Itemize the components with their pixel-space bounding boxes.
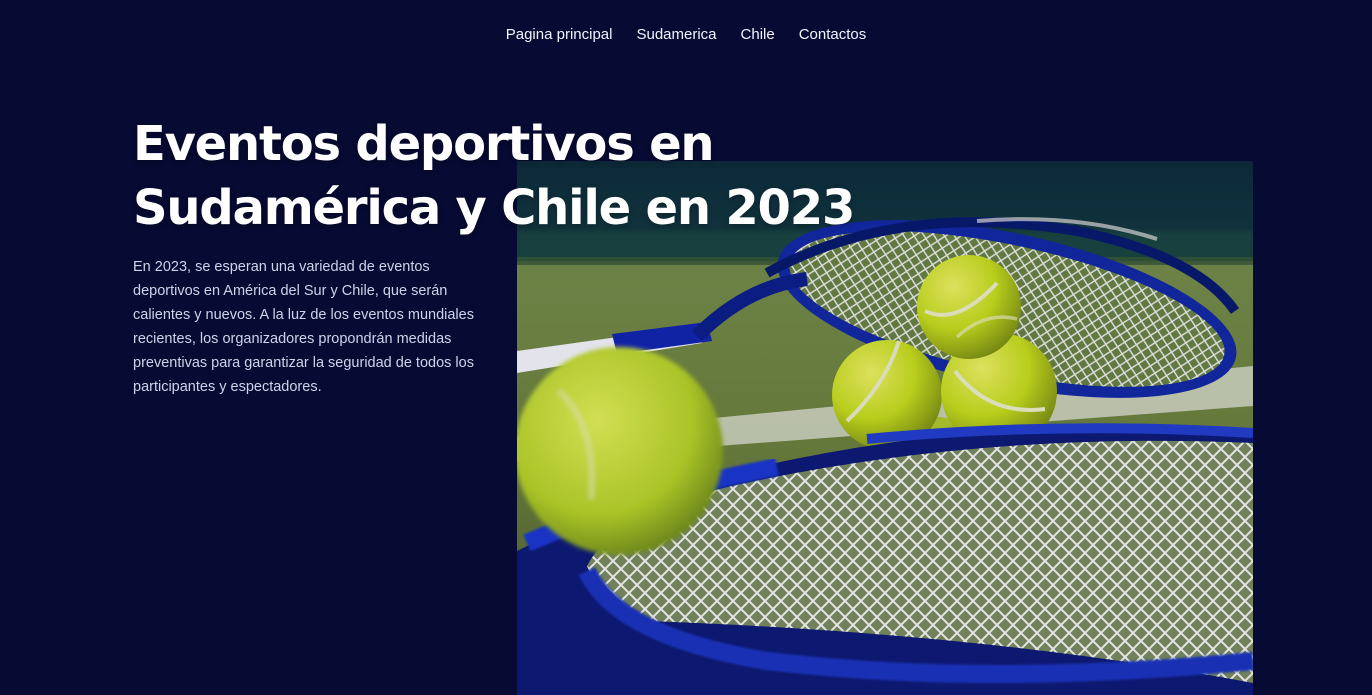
hero-title-line-1: Eventos deportivos en <box>133 116 715 172</box>
hero-title: Eventos deportivos en Sudamérica y Chile… <box>133 112 893 240</box>
tennis-hero-image <box>517 161 1253 695</box>
tennis-rackets-and-balls-illustration <box>517 161 1253 695</box>
nav-link-chile[interactable]: Chile <box>741 22 775 48</box>
nav-link-sudamerica[interactable]: Sudamerica <box>636 22 716 48</box>
nav-link-contactos[interactable]: Contactos <box>799 22 867 48</box>
hero-title-line-2: Sudamérica y Chile en 2023 <box>133 180 855 236</box>
main-navigation: Pagina principal Sudamerica Chile Contac… <box>0 22 1372 48</box>
nav-link-pagina-principal[interactable]: Pagina principal <box>506 22 613 48</box>
hero-intro-text: En 2023, se esperan una variedad de even… <box>133 259 474 395</box>
